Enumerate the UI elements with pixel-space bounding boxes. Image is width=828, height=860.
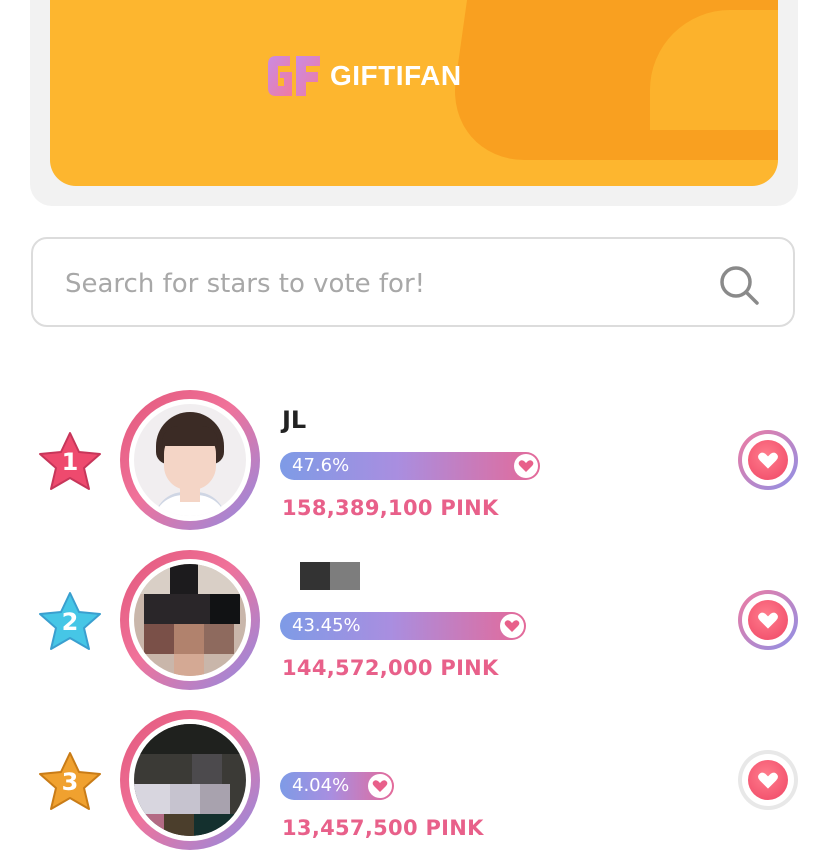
- search-icon[interactable]: [717, 263, 761, 307]
- rank-badge: 1: [36, 430, 104, 494]
- pink-count: 158,389,100 PINK: [282, 496, 499, 520]
- vote-share-bar: 47.6%: [280, 452, 540, 480]
- vote-button[interactable]: [738, 430, 798, 490]
- rank-badge: 2: [36, 590, 104, 654]
- vote-button[interactable]: [738, 590, 798, 650]
- ranking-row[interactable]: 2 43.45% 144,572,000 PINK: [0, 550, 828, 700]
- heart-icon: [758, 772, 778, 789]
- star-name: JL: [282, 406, 307, 434]
- brand-name: GIFTIFAN: [330, 60, 462, 91]
- avatar[interactable]: [120, 390, 260, 530]
- rank-number: 2: [61, 608, 79, 636]
- avatar[interactable]: [120, 710, 260, 850]
- avatar-photo: [134, 404, 246, 516]
- giftifan-logo-icon: [268, 56, 320, 96]
- search-box[interactable]: [31, 237, 795, 327]
- heart-icon: [514, 454, 538, 478]
- search-input[interactable]: [63, 261, 687, 307]
- rank-number: 1: [61, 448, 79, 476]
- vote-share-bar: 43.45%: [280, 612, 526, 640]
- ranking-row[interactable]: 1 JL 47.6% 158,389,100 PINK: [0, 390, 828, 540]
- heart-icon: [368, 774, 392, 798]
- avatar[interactable]: [120, 550, 260, 690]
- heart-icon: [758, 612, 778, 629]
- rank-badge: 3: [36, 750, 104, 814]
- brand: GIFTIFAN: [264, 54, 462, 98]
- heart-icon: [758, 452, 778, 469]
- ranking-row[interactable]: 3 4.04% 13,457,500 PINK: [0, 710, 828, 860]
- star-name-censored: [300, 562, 330, 590]
- vote-share-percent: 47.6%: [292, 455, 350, 476]
- vote-share-bar: 4.04%: [280, 772, 394, 800]
- avatar-photo-censored: [134, 564, 246, 676]
- pink-count: 13,457,500 PINK: [282, 816, 484, 840]
- avatar-photo-censored: [134, 724, 246, 836]
- pink-count: 144,572,000 PINK: [282, 656, 499, 680]
- vote-button[interactable]: [738, 750, 798, 810]
- vote-share-percent: 4.04%: [292, 775, 350, 796]
- rank-number: 3: [61, 768, 79, 796]
- heart-icon: [500, 614, 524, 638]
- star-name-censored: [330, 562, 360, 590]
- vote-share-percent: 43.45%: [292, 615, 361, 636]
